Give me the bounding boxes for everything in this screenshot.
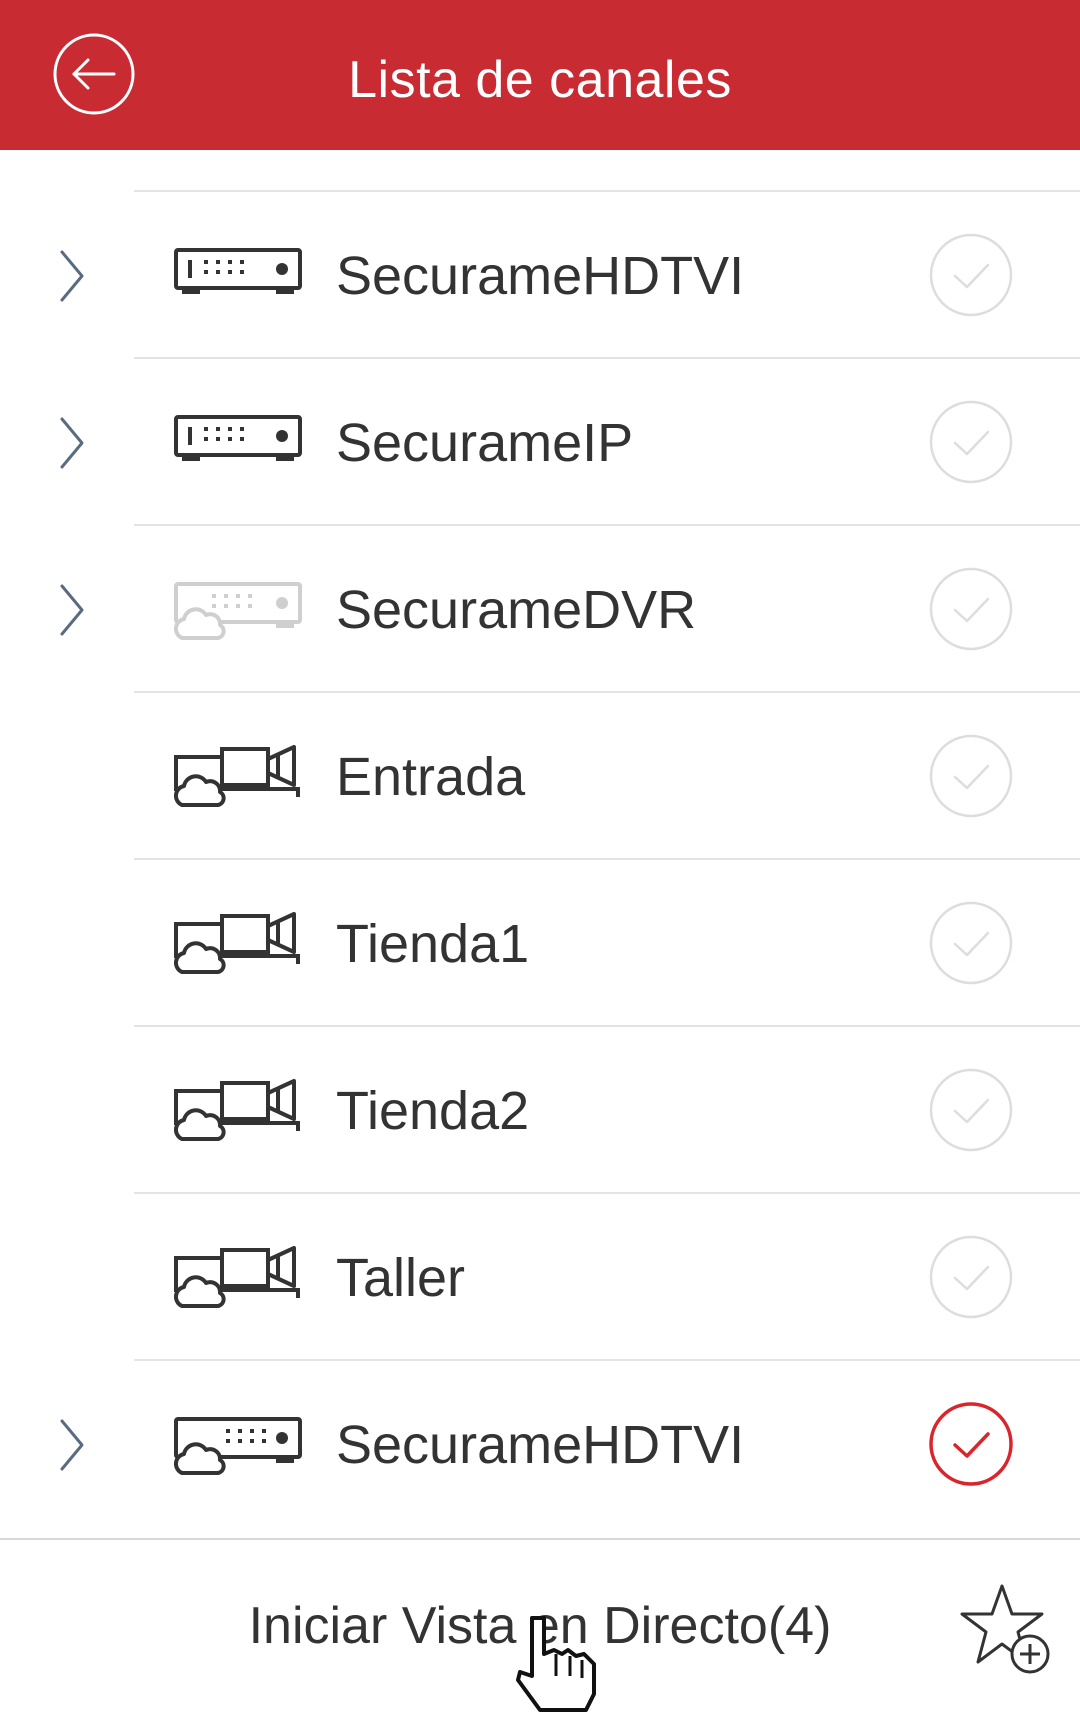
- channel-row[interactable]: Taller: [0, 1194, 1080, 1361]
- channel-row[interactable]: Tienda2: [0, 1027, 1080, 1194]
- channel-label: SecurameDVR: [336, 580, 697, 640]
- dvr-icon: [174, 411, 306, 473]
- channel-row[interactable]: SecurameHDTVI: [0, 192, 1080, 359]
- channel-row[interactable]: Entrada: [0, 693, 1080, 860]
- cloud-camera-icon: [173, 1079, 306, 1141]
- app-header: Lista de canales: [0, 0, 1080, 150]
- chevron-right-icon[interactable]: [56, 1417, 88, 1473]
- bottom-bar: Iniciar Vista en Directo(4): [0, 1538, 1080, 1712]
- cloud-camera-icon: [173, 912, 306, 974]
- unchecked-circle-icon[interactable]: [928, 1067, 1014, 1153]
- channel-label: Tienda1: [336, 914, 530, 974]
- channel-label: Taller: [336, 1248, 466, 1308]
- cloud-dvr-offline-icon: [173, 578, 306, 640]
- channel-row[interactable]: SecurameDVR: [0, 526, 1080, 693]
- channel-row[interactable]: SecurameIP: [0, 359, 1080, 526]
- channel-label: Entrada: [336, 747, 526, 807]
- add-favorite-button[interactable]: [958, 1578, 1058, 1678]
- unchecked-circle-icon[interactable]: [928, 399, 1014, 485]
- unchecked-circle-icon[interactable]: [928, 733, 1014, 819]
- chevron-right-icon[interactable]: [56, 415, 88, 471]
- chevron-right-icon[interactable]: [56, 582, 88, 638]
- channel-row[interactable]: Tienda1: [0, 860, 1080, 1027]
- hand-cursor-icon: [510, 1614, 614, 1714]
- channel-label: SecurameHDTVI: [336, 1415, 745, 1475]
- channel-label: Tienda2: [336, 1081, 530, 1141]
- cloud-camera-icon: [173, 745, 306, 807]
- checked-circle-icon[interactable]: [928, 1401, 1014, 1487]
- unchecked-circle-icon[interactable]: [928, 900, 1014, 986]
- dvr-icon: [174, 244, 306, 306]
- channel-label: SecurameHDTVI: [336, 246, 745, 306]
- star-add-icon: [960, 1584, 1050, 1674]
- channel-row[interactable]: SecurameHDTVI: [0, 1361, 1080, 1528]
- chevron-right-icon[interactable]: [56, 248, 88, 304]
- channel-label: SecurameIP: [336, 413, 634, 473]
- channel-list[interactable]: Secura...SecurameHDTVISecurameIPSecurame…: [0, 48, 1080, 1538]
- cloud-dvr-icon: [173, 1413, 306, 1475]
- unchecked-circle-icon[interactable]: [928, 1234, 1014, 1320]
- cloud-camera-icon: [173, 1246, 306, 1308]
- page-title: Lista de canales: [348, 51, 732, 109]
- unchecked-circle-icon[interactable]: [928, 566, 1014, 652]
- unchecked-circle-icon[interactable]: [928, 232, 1014, 318]
